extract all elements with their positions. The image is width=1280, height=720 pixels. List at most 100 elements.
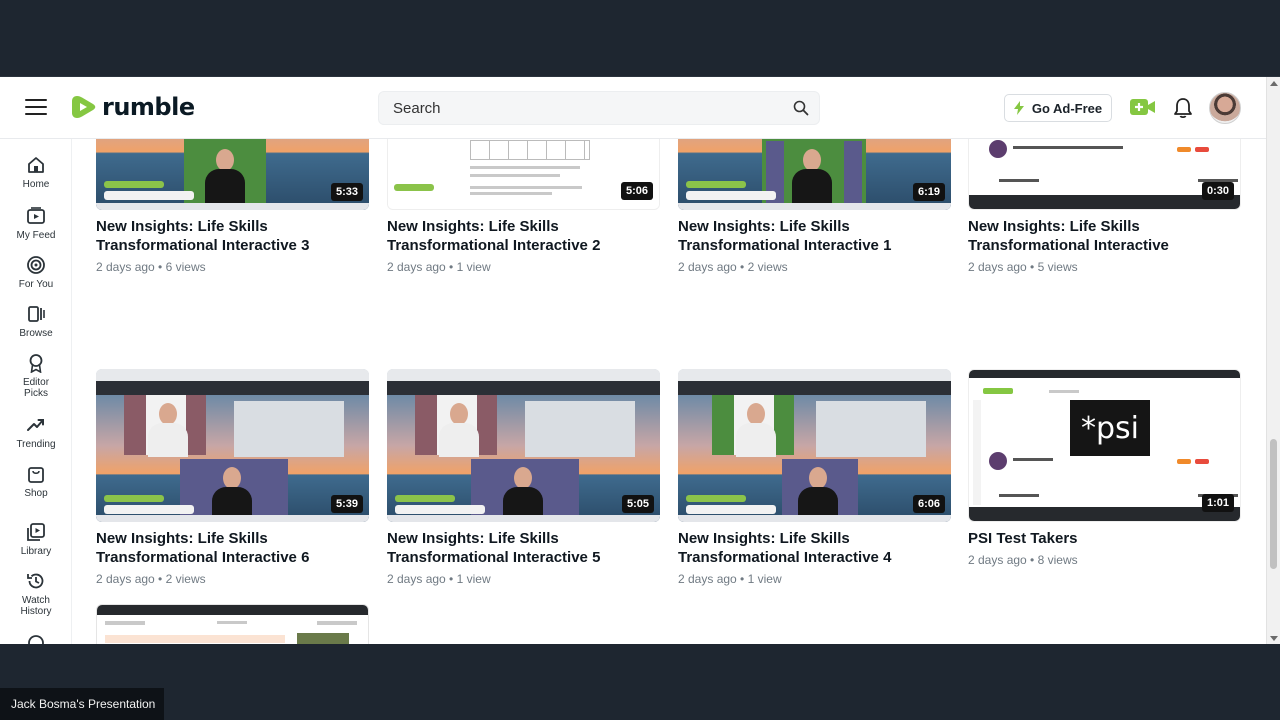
views-label: views	[757, 260, 788, 274]
views-label: views	[175, 260, 206, 274]
video-thumbnail[interactable]	[96, 604, 369, 644]
video-title[interactable]: New Insights: Life Skills Transformation…	[678, 218, 951, 255]
view-count: 1	[456, 572, 464, 586]
sidebar-item-label: Trending	[16, 439, 56, 450]
sidebar-item-label: My Feed	[16, 230, 56, 241]
duration-badge: 6:19	[912, 183, 945, 201]
clock-icon	[28, 635, 44, 644]
sidebar-item-for-you[interactable]: For You	[0, 255, 71, 290]
sidebar-item-editor-picks[interactable]: Editor Picks	[0, 353, 71, 399]
video-thumbnail[interactable]: 5:39	[96, 369, 369, 522]
target-icon	[27, 256, 45, 274]
upload-age: 2 days ago	[96, 260, 155, 274]
upload-age: 2 days ago	[678, 572, 737, 586]
video-title[interactable]: New Insights: Life Skills Transformation…	[678, 530, 951, 567]
go-ad-free-label: Go Ad-Free	[1031, 100, 1103, 116]
sidebar-item-my-feed[interactable]: My Feed	[0, 206, 71, 241]
ribbon-icon	[29, 354, 43, 373]
views-label: views	[1047, 553, 1078, 567]
go-ad-free-button[interactable]: Go Ad-Free	[1004, 94, 1112, 122]
view-count: 2	[747, 260, 755, 274]
sidebar-item-watch-history[interactable]: Watch History	[0, 571, 71, 617]
logo-text: rumble	[102, 93, 195, 121]
video-grid: 5:33 New Insights: Life Skills Transform…	[96, 139, 1256, 644]
history-icon	[27, 573, 44, 589]
scroll-up-arrow[interactable]	[1270, 81, 1278, 86]
video-meta: 2 days ago • 5 views	[968, 260, 1078, 274]
video-meta: 2 days ago • 8 views	[968, 553, 1078, 567]
upload-age: 2 days ago	[968, 260, 1027, 274]
upload-age: 2 days ago	[678, 260, 737, 274]
video-title[interactable]: New Insights: Life Skills Transformation…	[968, 218, 1241, 255]
sidebar-item-shop[interactable]: Shop	[0, 464, 71, 499]
scrollbar-thumb[interactable]	[1270, 439, 1277, 569]
upload-age: 2 days ago	[387, 572, 446, 586]
sidebar-item-trending[interactable]: Trending	[0, 415, 71, 450]
video-title[interactable]: New Insights: Life Skills Transformation…	[387, 530, 660, 567]
upload-age: 2 days ago	[968, 553, 1027, 567]
sidebar-item-browse[interactable]: Browse	[0, 304, 71, 339]
video-meta: 2 days ago • 6 views	[96, 260, 206, 274]
sidebar-item-label: Watch History	[20, 595, 52, 617]
duration-badge: 5:39	[330, 495, 363, 513]
sidebar: Home My Feed For You Browse Editor Picks…	[0, 139, 72, 644]
upload-age: 2 days ago	[96, 572, 155, 586]
video-meta: 2 days ago • 2 views	[96, 572, 206, 586]
sidebar-item-label: Browse	[19, 328, 53, 339]
duration-badge: 5:06	[620, 182, 653, 200]
video-thumbnail[interactable]: 5:06	[387, 139, 660, 210]
video-thumbnail[interactable]: *psi 1:01	[968, 369, 1241, 522]
lightning-icon	[1013, 101, 1024, 115]
upload-age: 2 days ago	[387, 260, 446, 274]
menu-icon[interactable]	[25, 99, 47, 117]
views-label: views	[1047, 260, 1078, 274]
psi-logo-thumbnail: *psi	[1070, 400, 1150, 456]
sidebar-item-home[interactable]: Home	[0, 155, 71, 190]
shop-icon	[28, 467, 44, 483]
top-bar: rumble Go Ad-Free	[0, 77, 1266, 139]
view-count: 5	[1037, 260, 1045, 274]
search-icon[interactable]	[793, 100, 809, 116]
video-meta: 2 days ago • 1 view	[387, 572, 491, 586]
video-meta: 2 days ago • 1 view	[387, 260, 491, 274]
video-meta: 2 days ago • 2 views	[678, 260, 788, 274]
user-avatar[interactable]	[1209, 92, 1241, 124]
feed-icon	[27, 207, 45, 224]
sidebar-item-label: Home	[22, 179, 50, 190]
sidebar-item-label: Shop	[24, 488, 48, 499]
video-title[interactable]: New Insights: Life Skills Transformation…	[96, 530, 369, 567]
sidebar-item-label: Editor Picks	[22, 377, 50, 399]
rumble-logo-icon	[72, 96, 96, 118]
view-count: 8	[1037, 553, 1045, 567]
scroll-down-arrow[interactable]	[1270, 636, 1278, 641]
video-title[interactable]: PSI Test Takers	[968, 530, 1241, 549]
rumble-logo[interactable]: rumble	[71, 93, 195, 121]
video-thumbnail[interactable]: 5:05	[387, 369, 660, 522]
search-input[interactable]	[379, 92, 779, 124]
video-title[interactable]: New Insights: Life Skills Transformation…	[387, 218, 660, 255]
video-thumbnail[interactable]: 6:06	[678, 369, 951, 522]
duration-badge: 0:30	[1201, 182, 1234, 200]
duration-badge: 1:01	[1201, 494, 1234, 512]
video-thumbnail[interactable]: 6:19	[678, 139, 951, 210]
view-count: 6	[165, 260, 173, 274]
browse-icon	[28, 306, 45, 322]
page-scrollbar[interactable]	[1266, 77, 1280, 644]
trending-icon	[27, 419, 44, 431]
video-meta: 2 days ago • 1 view	[678, 572, 782, 586]
sidebar-item-label: For You	[18, 279, 54, 290]
video-thumbnail[interactable]: 5:33	[96, 139, 369, 210]
video-thumbnail[interactable]: 0:30	[968, 139, 1241, 210]
notifications-bell-icon[interactable]	[1173, 97, 1193, 119]
search-bar[interactable]	[378, 91, 820, 125]
duration-badge: 5:33	[330, 183, 363, 201]
video-title[interactable]: New Insights: Life Skills Transformation…	[96, 218, 369, 255]
sidebar-item-more[interactable]	[0, 633, 71, 644]
views-label: views	[175, 572, 206, 586]
duration-badge: 6:06	[912, 495, 945, 513]
upload-video-icon[interactable]	[1130, 98, 1156, 116]
views-label: view	[757, 572, 782, 586]
sidebar-item-library[interactable]: Library	[0, 522, 71, 557]
shared-browser-window: rumble Go Ad-Free Home	[0, 76, 1280, 644]
sidebar-item-label: Library	[20, 546, 52, 557]
